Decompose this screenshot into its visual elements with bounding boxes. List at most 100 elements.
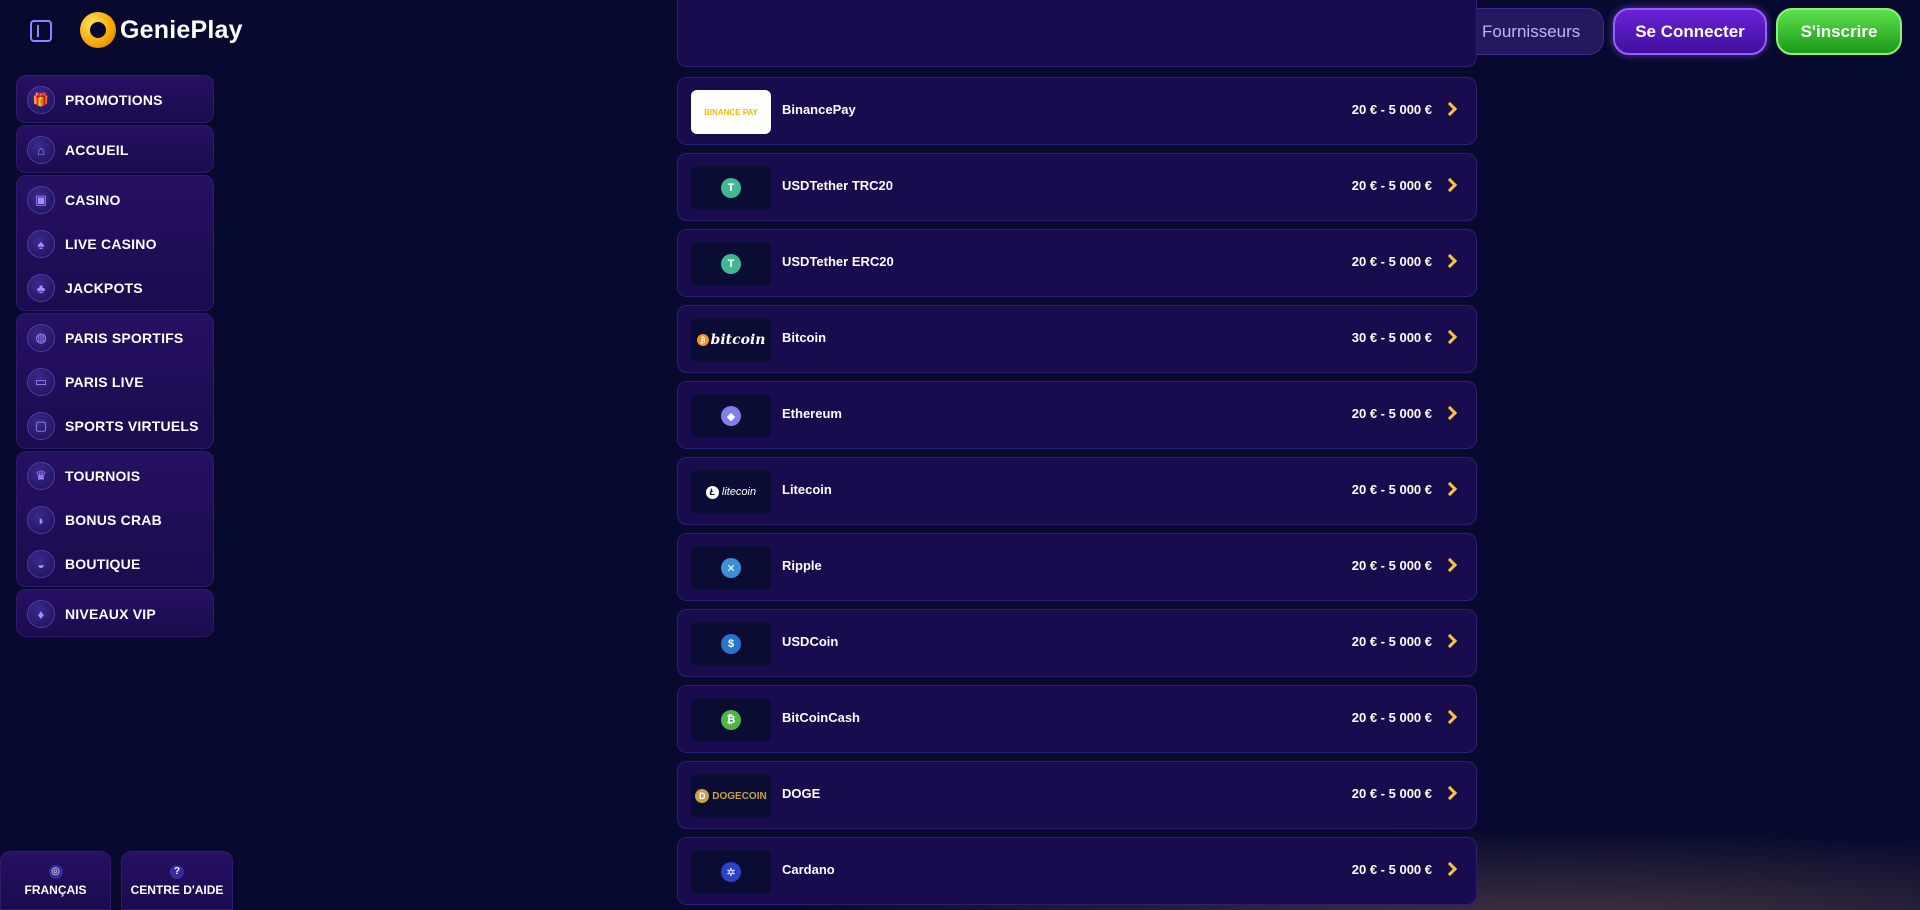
payment-logo: ✕ [691, 546, 771, 590]
payment-range: 20 € - 5 000 € [1351, 178, 1432, 193]
sidebar-group: ♦ NIVEAUX VIP [16, 589, 214, 637]
help-icon: ? [170, 864, 184, 879]
payment-logo: ₿ [691, 698, 771, 742]
sidebar-item-paris-live[interactable]: ▭ PARIS LIVE [17, 360, 213, 404]
payment-method-row[interactable]: Łlitecoin Litecoin 20 € - 5 000 € [677, 457, 1477, 525]
payment-method-row[interactable]: ✕ Ripple 20 € - 5 000 € [677, 533, 1477, 601]
payment-range: 20 € - 5 000 € [1351, 634, 1432, 649]
chevron-right-icon[interactable] [1442, 329, 1458, 345]
playing-card-icon: ♠ [27, 230, 55, 258]
payment-method-row[interactable]: ₿ BitCoinCash 20 € - 5 000 € [677, 685, 1477, 753]
chevron-right-icon[interactable] [1442, 633, 1458, 649]
sidebar-toggle-icon[interactable] [30, 20, 52, 42]
sidebar-item-label: TOURNOIS [65, 468, 141, 484]
payment-method-row[interactable]: ₿ bitcoin Bitcoin 30 € - 5 000 € [677, 305, 1477, 373]
bitcoin-icon: ₿ [696, 334, 709, 346]
litecoin-icon: Ł [705, 485, 719, 499]
bitcoin-cash-icon: ₿ [721, 710, 741, 730]
payment-method-name: Ripple [782, 558, 822, 573]
payment-method-name: Ethereum [782, 406, 842, 421]
payment-range: 20 € - 5 000 € [1351, 406, 1432, 421]
payment-logo: ◆ [691, 394, 771, 438]
sidebar-item-label: CASINO [65, 192, 121, 208]
sidebar-item-label: PARIS SPORTIFS [65, 330, 184, 346]
login-button[interactable]: Se Connecter [1613, 8, 1767, 55]
payment-logo: $ [691, 622, 771, 666]
sidebar-item-boutique[interactable]: ◒ BOUTIQUE [17, 542, 213, 586]
sidebar-item-label: NIVEAUX VIP [65, 606, 156, 622]
payment-range: 20 € - 5 000 € [1351, 482, 1432, 497]
ethereum-icon: ◆ [721, 406, 741, 426]
sidebar-item-bonus-crab[interactable]: ◗ BONUS CRAB [17, 498, 213, 542]
sidebar-item-paris-sportifs[interactable]: ◍ PARIS SPORTIFS [17, 316, 213, 360]
sidebar-item-tournois[interactable]: ♛ TOURNOIS [17, 454, 213, 498]
sidebar-item-sports-virtuels[interactable]: ▢ SPORTS VIRTUELS [17, 404, 213, 448]
help-label: CENTRE D'AIDE [130, 882, 224, 897]
ripple-icon: ✕ [721, 558, 741, 578]
payment-logo: ₿ bitcoin [691, 318, 771, 362]
chevron-right-icon[interactable] [1442, 557, 1458, 573]
sidebar-item-promotions[interactable]: 🎁 PROMOTIONS [17, 78, 213, 122]
payment-method-row[interactable]: ◆ Ethereum 20 € - 5 000 € [677, 381, 1477, 449]
help-center-button[interactable]: ? CENTRE D'AIDE [121, 851, 233, 910]
trophy-icon: ♛ [27, 462, 55, 490]
sidebar-item-accueil[interactable]: ⌂ ACCUEIL [17, 128, 213, 172]
bitcoin-logo-text: bitcoin [710, 332, 766, 348]
payment-method-row[interactable]: $ USDCoin 20 € - 5 000 € [677, 609, 1477, 677]
basket-icon: ◒ [27, 550, 55, 578]
chevron-right-icon[interactable] [1442, 861, 1458, 877]
diamond-icon: ♦ [27, 600, 55, 628]
clover-icon: ♣ [27, 274, 55, 302]
slot-machine-icon: ▣ [27, 186, 55, 214]
sidebar-item-label: ACCUEIL [65, 142, 129, 158]
chevron-right-icon[interactable] [1442, 709, 1458, 725]
payment-method-name: Litecoin [782, 482, 832, 497]
chevron-right-icon[interactable] [1442, 405, 1458, 421]
sidebar-item-label: JACKPOTS [65, 280, 143, 296]
sidebar-item-label: BONUS CRAB [65, 512, 162, 528]
sidebar-item-label: PARIS LIVE [65, 374, 144, 390]
doge-icon: D [695, 789, 710, 803]
binance-logo-text: BINANCE PAY [704, 107, 758, 117]
payment-method-row[interactable]: ✲ Cardano 20 € - 5 000 € [677, 837, 1477, 905]
chevron-right-icon[interactable] [1442, 177, 1458, 193]
chevron-right-icon[interactable] [1442, 253, 1458, 269]
genie-logo-icon [80, 12, 116, 48]
signup-button[interactable]: S'inscrire [1776, 8, 1902, 55]
sidebar-item-casino[interactable]: ▣ CASINO [17, 178, 213, 222]
gift-icon: 🎁 [27, 86, 55, 114]
site-logo[interactable]: GeniePlay [80, 12, 243, 48]
litecoin-logo-text: litecoin [721, 486, 757, 498]
payment-logo: Łlitecoin [691, 470, 771, 514]
chevron-right-icon[interactable] [1442, 481, 1458, 497]
language-button[interactable]: ◎ FRANÇAIS [0, 851, 111, 910]
payment-method-name: Bitcoin [782, 330, 827, 345]
payment-range: 20 € - 5 000 € [1351, 558, 1432, 573]
litecoin-logo: Łlitecoin [705, 485, 757, 499]
sidebar-item-jackpots[interactable]: ♣ JACKPOTS [17, 266, 213, 310]
payment-range: 20 € - 5 000 € [1351, 254, 1432, 269]
payment-method-row[interactable]: T USDTether ERC20 20 € - 5 000 € [677, 229, 1477, 297]
payment-method-row[interactable]: T USDTether TRC20 20 € - 5 000 € [677, 153, 1477, 221]
sidebar-item-niveaux-vip[interactable]: ♦ NIVEAUX VIP [17, 592, 213, 636]
sidebar-item-label: LIVE CASINO [65, 236, 157, 252]
payment-range: 20 € - 5 000 € [1351, 710, 1432, 725]
payment-logo: T [691, 166, 771, 210]
payment-method-row[interactable]: D DOGECOIN DOGE 20 € - 5 000 € [677, 761, 1477, 829]
sidebar-group: ♛ TOURNOIS ◗ BONUS CRAB ◒ BOUTIQUE [16, 451, 214, 587]
bitcoin-logo: ₿ bitcoin [696, 332, 766, 348]
payment-range: 20 € - 5 000 € [1351, 102, 1432, 117]
chevron-right-icon[interactable] [1442, 101, 1458, 117]
sidebar-group: ▣ CASINO ♠ LIVE CASINO ♣ JACKPOTS [16, 175, 214, 311]
language-label: FRANÇAIS [24, 882, 87, 897]
sidebar-group: ⌂ ACCUEIL [16, 125, 214, 173]
live-icon: ▭ [27, 368, 55, 396]
payment-method-row[interactable]: BINANCE PAY BinancePay 20 € - 5 000 € [677, 77, 1477, 145]
payment-logo: ✲ [691, 850, 771, 894]
binance-pay-logo: BINANCE PAY [697, 101, 765, 123]
payment-method-name: Cardano [782, 862, 835, 877]
payment-logo: T [691, 242, 771, 286]
chevron-right-icon[interactable] [1442, 785, 1458, 801]
payment-method-name: BinancePay [782, 102, 856, 117]
sidebar-item-live-casino[interactable]: ♠ LIVE CASINO [17, 222, 213, 266]
